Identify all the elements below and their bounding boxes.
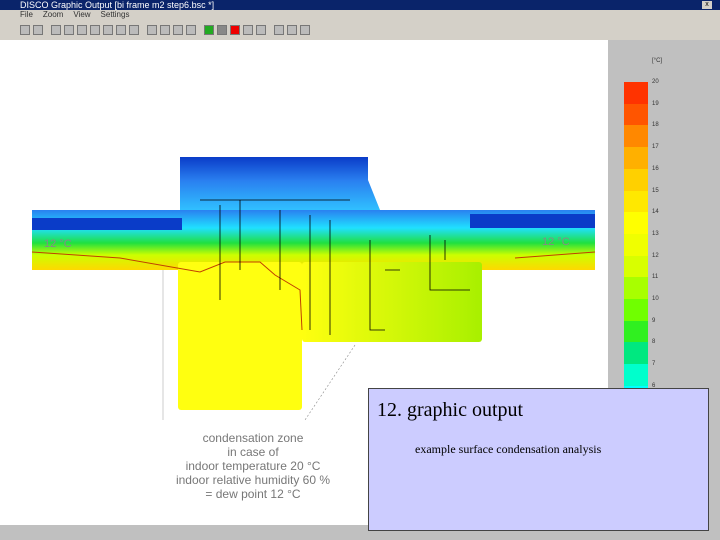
legend-label: 10 [652,296,659,302]
legend-label: 14 [652,209,659,216]
toolbar-save-button[interactable] [20,25,30,35]
left-margin [0,40,18,525]
toolbar-dots-button[interactable] [173,25,183,35]
toolbar-back-button[interactable] [77,25,87,35]
toolbar-frame-button[interactable] [243,25,253,35]
frame-right-block [302,262,482,342]
legend-label: 16 [652,165,659,172]
toolbar-page-button[interactable] [256,25,266,35]
legend-swatch [624,320,648,343]
menu-zoom[interactable]: Zoom [43,10,63,20]
legend-swatch [624,82,648,104]
toolbar-B-button[interactable] [287,25,297,35]
toolbar-fit-button[interactable] [103,25,113,35]
toolbar-C-button[interactable] [217,25,227,35]
caption-subtitle: example surface condensation analysis [415,442,602,456]
legend-swatch [624,255,648,278]
legend-swatch [624,364,648,387]
legend-swatch [624,233,648,256]
title-bar: DISCO Graphic Output [bi frame m2 step6.… [0,0,720,10]
legend-label: 15 [652,187,659,194]
toolbar-select-button[interactable] [160,25,170,35]
toolbar [0,20,720,40]
legend-swatch [624,125,648,148]
legend-swatch [624,147,648,170]
note-line-3: indoor temperature 20 °C [185,459,321,473]
note-line-2: in case of [227,445,279,459]
toolbar-print-button[interactable] [33,25,43,35]
legend-label: 8 [652,339,656,346]
legend-swatch [624,190,648,213]
note-line-5: = dew point 12 °C [205,487,301,501]
caption-title: 12. graphic output [377,399,524,421]
frame-top [180,157,380,210]
toolbar-zoom-button[interactable] [64,25,74,35]
note-line-1: condensation zone [202,431,304,445]
legend-label: 20 [652,79,659,85]
legend-swatch [624,103,648,126]
wall-top-right [470,214,595,228]
toolbar-A-button[interactable] [274,25,284,35]
window-title: DISCO Graphic Output [bi frame m2 step6.… [20,0,215,10]
frame-left-block [178,262,302,410]
legend-swatch [624,212,648,235]
callout-line [304,344,356,421]
menu-bar: File Zoom View Settings [0,10,720,20]
legend-label: 11 [652,274,659,281]
temp-label-right: 12 °C [542,236,570,248]
legend-label: 12 [652,252,659,259]
legend-label: 13 [652,230,659,237]
toolbar-prev-button[interactable] [116,25,126,35]
legend-swatch [624,277,648,300]
toolbar-R-button[interactable] [230,25,240,35]
legend-swatch [624,342,648,365]
menu-file[interactable]: File [20,10,33,20]
legend-label: 19 [652,100,659,107]
close-button[interactable]: x [702,1,712,9]
legend-swatch [624,168,648,191]
toolbar-fwd-button[interactable] [90,25,100,35]
wall-top-left [32,218,182,230]
toolbar-copy-button[interactable] [129,25,139,35]
toolbar-pan-button[interactable] [51,25,61,35]
legend-label: 9 [652,317,656,324]
toolbar-arrows-button[interactable] [186,25,196,35]
note-line-4: indoor relative humidity 60 % [175,473,331,487]
legend-label: 18 [652,122,659,129]
toolbar-lines-button[interactable] [300,25,310,35]
slide-caption-box: 12. graphic output example surface conde… [368,388,709,531]
legend-label: 7 [652,361,656,368]
legend-label: 17 [652,144,659,151]
toolbar-M-button[interactable] [204,25,214,35]
temp-label-left: 12 °C [44,238,72,250]
menu-view[interactable]: View [73,10,90,20]
toolbar-measure-button[interactable] [147,25,157,35]
menu-settings[interactable]: Settings [101,10,130,20]
legend-swatch [624,299,648,321]
legend-unit: [°C] [652,58,663,64]
